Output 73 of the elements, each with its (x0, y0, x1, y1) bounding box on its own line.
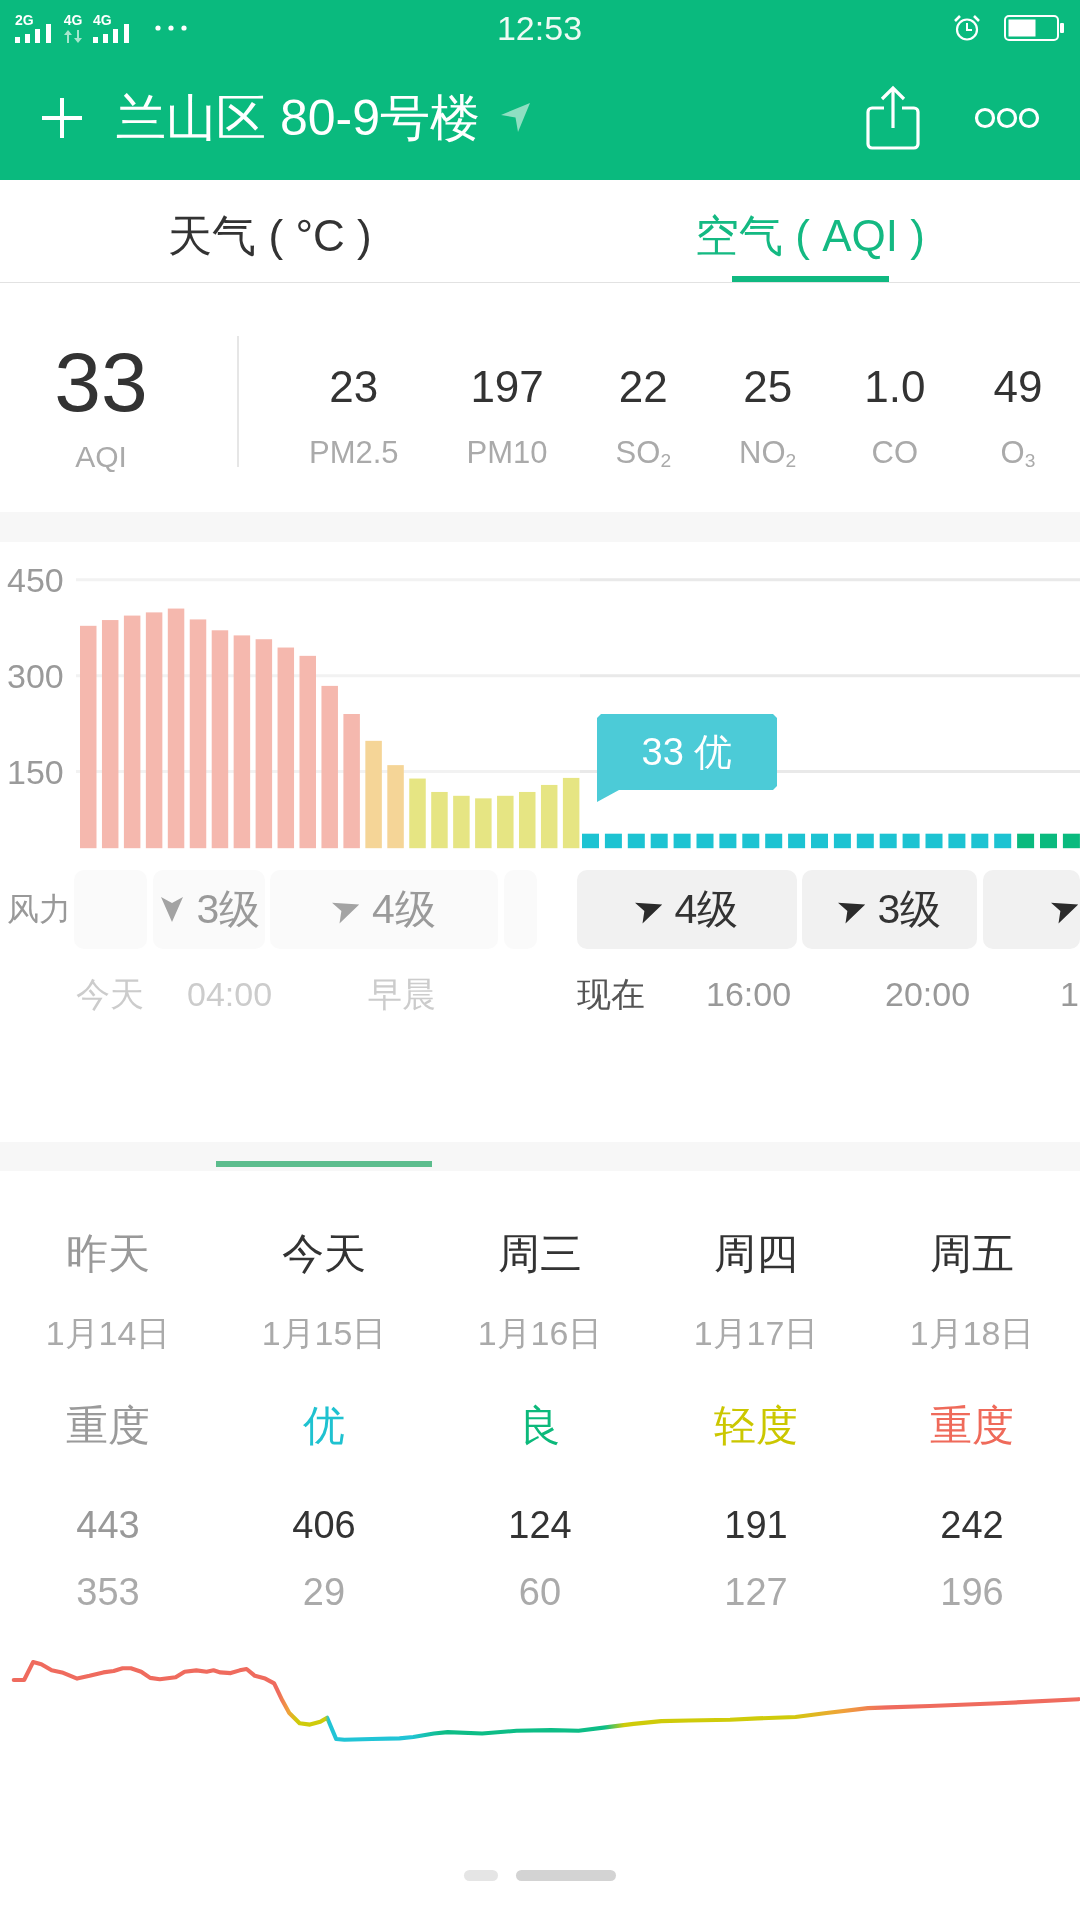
network-label: 4G (63, 12, 83, 27)
pollutant-name: PM2.5 (309, 437, 399, 468)
time-label: 16:00 (706, 975, 792, 1013)
pollutant-name: SO$_{2}$ (615, 437, 672, 468)
day-name[interactable]: 周五 (930, 1233, 1014, 1275)
air-quality-label: 良 (519, 1405, 561, 1447)
day-date: 1月17日 (693, 1316, 819, 1350)
day-date: 1月16日 (477, 1316, 603, 1350)
y-tick-label: 150 (7, 752, 64, 791)
aqi-bar (453, 795, 470, 849)
pollutant-name: O$_{3}$ (1000, 437, 1036, 468)
aqi-low: 196 (940, 1573, 1004, 1611)
aqi-low: 29 (302, 1573, 346, 1611)
aqi-low: 353 (76, 1573, 140, 1611)
share-icon[interactable] (865, 84, 921, 151)
pollutant-value: 197 (470, 365, 544, 409)
pollutant-name: NO$_{2}$ (739, 437, 797, 468)
time-label: 20:00 (885, 975, 971, 1013)
signal-icon (15, 23, 53, 43)
aqi-tooltip: 33 优 (597, 714, 777, 802)
signal-icon (93, 23, 131, 43)
aqi-label: AQI (75, 442, 127, 472)
aqi-high: 242 (940, 1506, 1004, 1544)
time-label: 现在 (577, 975, 645, 1013)
air-quality-label: 轻度 (714, 1405, 798, 1447)
time-label: 1 (1060, 975, 1079, 1013)
ellipsis-icon (155, 24, 187, 31)
aqi-bar (475, 798, 492, 849)
y-tick-label: 450 (7, 560, 64, 599)
aqi-low: 60 (518, 1573, 562, 1611)
pollutant-value: 49 (993, 365, 1043, 409)
pollutant-value: 23 (329, 365, 379, 409)
pollutant-value: 1.0 (864, 365, 926, 409)
pollutant-name: PM10 (466, 437, 548, 468)
aqi-bar (431, 791, 448, 849)
aqi-value: 33 (54, 340, 148, 424)
status-time: 12:53 (496, 7, 583, 48)
alarm-clock-icon (953, 13, 981, 42)
network-label: 2G (15, 12, 34, 27)
day-name[interactable]: 周四 (714, 1233, 798, 1275)
air-quality-label: 优 (303, 1405, 345, 1447)
aqi-high: 191 (724, 1506, 788, 1544)
day-date: 1月18日 (909, 1316, 1035, 1350)
aqi-bar (562, 777, 580, 849)
aqi-bar (540, 784, 558, 849)
aqi-bar (519, 791, 536, 849)
air-quality-label: 重度 (66, 1405, 150, 1447)
add-icon[interactable] (40, 95, 84, 140)
data-arrows-icon (63, 29, 83, 43)
wind-force: 3级 (196, 887, 261, 931)
more-icon[interactable] (974, 106, 1040, 129)
y-tick-label: 300 (7, 656, 64, 695)
wind-force: 4级 (372, 887, 436, 931)
aqi-bar (409, 778, 426, 849)
location-arrow-icon (499, 102, 531, 133)
aqi-bar (497, 795, 514, 849)
pollutant-name: CO (871, 437, 919, 468)
wind-label: 风力 (7, 892, 72, 926)
aqi-high: 443 (76, 1506, 140, 1544)
day-name[interactable]: 周三 (498, 1233, 582, 1275)
wind-force: 3级 (877, 887, 942, 931)
day-name[interactable]: 今天 (282, 1233, 366, 1275)
battery-icon (1004, 14, 1064, 41)
aqi-high: 406 (292, 1506, 356, 1544)
air-quality-label: 重度 (930, 1405, 1014, 1447)
day-date: 1月14日 (45, 1316, 171, 1350)
day-date: 1月15日 (261, 1316, 387, 1350)
wind-force: 4级 (674, 887, 739, 931)
network-label: 4G (93, 12, 112, 27)
aqi-high: 124 (508, 1506, 572, 1544)
aqi-low: 127 (724, 1573, 788, 1611)
pollutant-value: 25 (743, 365, 793, 409)
pollutant-value: 22 (618, 365, 668, 409)
